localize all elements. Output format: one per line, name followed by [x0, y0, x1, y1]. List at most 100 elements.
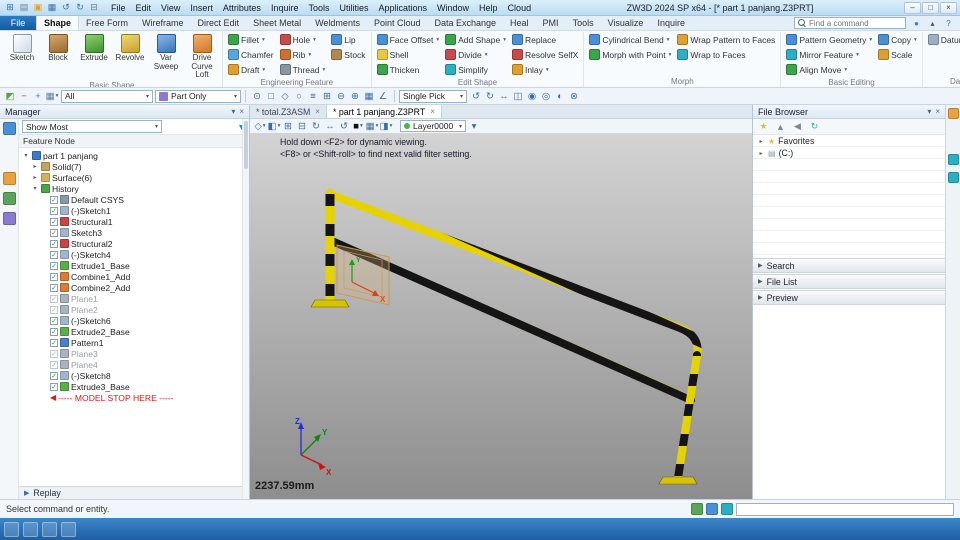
ribbon-button-chamfer[interactable]: Chamfer	[226, 47, 276, 62]
document-tab-part-1-panjang-z3prt[interactable]: * part 1 panjang.Z3PRT ×	[326, 105, 442, 118]
expander-icon[interactable]: ▸	[31, 163, 39, 170]
ribbon-tab-data-exchange[interactable]: Data Exchange	[427, 16, 503, 30]
grid-snap-icon[interactable]: ▦	[362, 90, 376, 103]
checkbox-icon[interactable]: ✓	[50, 283, 58, 292]
ribbon-button-drive-curve-loft[interactable]: Drive Curve Loft	[185, 32, 219, 80]
ribbon-tab-point-cloud[interactable]: Point Cloud	[367, 16, 428, 30]
show-filter-dropdown[interactable]: Show Most ▾	[22, 120, 162, 133]
close-icon[interactable]: ×	[315, 107, 320, 116]
display-filter-dropdown[interactable]: Part Only ▾	[155, 89, 241, 103]
section-file-list[interactable]: ▶ File List	[753, 274, 945, 289]
checkbox-icon[interactable]: ✓	[50, 250, 58, 259]
redo-pick-icon[interactable]: ↻	[483, 90, 497, 103]
rotate-view-icon[interactable]: ↻	[309, 120, 323, 133]
checkbox-icon[interactable]: ✓	[50, 195, 58, 204]
folder-tab-icon[interactable]	[947, 108, 959, 119]
layer-dropdown[interactable]: Layer0000 ▾	[400, 120, 466, 132]
tree-item-solid-7[interactable]: ▸ Solid(7)	[19, 161, 249, 172]
checkbox-icon[interactable]: ✓	[50, 228, 58, 237]
ribbon-button-copy[interactable]: Copy ▾	[876, 32, 919, 47]
checkbox-icon[interactable]: ✓	[50, 217, 58, 226]
ribbon-button-revolve[interactable]: Revolve	[113, 32, 147, 63]
start-icon[interactable]	[4, 521, 19, 537]
section-icon[interactable]: ◫	[511, 90, 525, 103]
pin-panel-icon[interactable]: ▾	[231, 107, 235, 116]
pick-chain-icon[interactable]: ≡	[306, 90, 320, 103]
expander-icon[interactable]: ▾	[31, 185, 39, 192]
tree-item-sketch6[interactable]: ✓ (-)Sketch6	[19, 315, 249, 326]
face-color-icon[interactable]: ■ ▾	[351, 120, 365, 133]
expander-icon[interactable]: ▸	[757, 150, 765, 157]
file-menu-button[interactable]: File	[0, 16, 36, 30]
snap-icon[interactable]: ⊕	[348, 90, 362, 103]
checkbox-icon[interactable]: ✓	[50, 206, 58, 215]
checkbox-icon[interactable]: ✓	[50, 305, 58, 314]
visual-manager-tab-icon[interactable]	[2, 192, 16, 205]
entity-filter-dropdown[interactable]: All ▾	[61, 89, 153, 103]
ribbon-button-replace[interactable]: Replace	[510, 32, 580, 47]
tree-item-structural2[interactable]: ✓ Structural2	[19, 238, 249, 249]
expander-icon[interactable]: ▾	[22, 152, 30, 159]
taskbar-app-icon-2[interactable]	[42, 521, 57, 537]
checkbox-icon[interactable]: ✓	[50, 327, 58, 336]
hide-icon[interactable]: ◎	[539, 90, 553, 103]
tree-item-extrude2-base[interactable]: ✓ Extrude2_Base	[19, 326, 249, 337]
menu-cloud[interactable]: Cloud	[503, 3, 537, 13]
checkbox-icon[interactable]: ✓	[50, 272, 58, 281]
menu-edit[interactable]: Edit	[131, 3, 157, 13]
close-panel-icon[interactable]: ×	[239, 107, 244, 116]
command-search[interactable]	[794, 17, 906, 29]
ribbon-button-lip[interactable]: Lip	[329, 32, 367, 47]
ribbon-tab-pmi[interactable]: PMI	[536, 16, 566, 30]
checkbox-icon[interactable]: ✓	[50, 371, 58, 380]
section-search[interactable]: ▶ Search	[753, 258, 945, 273]
undo-icon[interactable]: ↺	[59, 1, 73, 14]
tree-item-extrude3-base[interactable]: ✓ Extrude3_Base	[19, 381, 249, 392]
taskbar-app-icon-3[interactable]	[61, 521, 76, 537]
checkbox-icon[interactable]: ✓	[50, 261, 58, 270]
pick-point-icon[interactable]: ⊙	[250, 90, 264, 103]
ribbon-button-morph-with-point[interactable]: Morph with Point ▾	[587, 47, 673, 62]
open-folder-icon[interactable]: ▣	[31, 1, 45, 14]
ribbon-button-thread[interactable]: Thread ▾	[278, 62, 328, 77]
ribbon-button-block[interactable]: Block	[41, 32, 75, 63]
ribbon-button-wrap-to-faces[interactable]: Wrap to Faces	[675, 47, 777, 62]
previous-view-icon[interactable]: ↺	[337, 120, 351, 133]
menu-applications[interactable]: Applications	[374, 3, 433, 13]
manager-tab-icon[interactable]	[2, 122, 16, 135]
tree-item-surface-6[interactable]: ▸ Surface(6)	[19, 172, 249, 183]
filter-list-icon[interactable]: ▦ ▾	[45, 90, 59, 103]
refresh-icon[interactable]: ↻	[808, 120, 821, 133]
help-icon[interactable]: ?	[942, 17, 955, 29]
ribbon-button-var-sweep[interactable]: Var Sweep	[149, 32, 183, 71]
checkbox-icon[interactable]: ✓	[50, 239, 58, 248]
tree-item-plane4[interactable]: ✓ Plane4	[19, 359, 249, 370]
more-tools-icon[interactable]: ▾	[467, 120, 481, 133]
filter-status-icon[interactable]	[721, 503, 733, 515]
tree-scrollbar[interactable]	[242, 119, 249, 499]
add-filter-icon[interactable]: +	[31, 90, 45, 103]
back-icon[interactable]: ◀	[791, 120, 804, 133]
units-icon[interactable]	[706, 503, 718, 515]
tree-item-sketch4[interactable]: ✓ (-)Sketch4	[19, 249, 249, 260]
folder-up-icon[interactable]: ▲	[774, 120, 787, 133]
ribbon-button-simplify[interactable]: Simplify	[443, 62, 508, 77]
barrier-3d-model[interactable]: Y X Z Y X	[250, 134, 752, 499]
pin-panel-icon[interactable]: ▾	[927, 107, 931, 116]
menu-file[interactable]: File	[106, 3, 131, 13]
minimize-icon[interactable]: –	[904, 1, 921, 14]
menu-view[interactable]: View	[156, 3, 185, 13]
menu-insert[interactable]: Insert	[185, 3, 218, 13]
ribbon-button-extrude[interactable]: Extrude	[77, 32, 111, 63]
ribbon-button-align-move[interactable]: Align Move ▾	[784, 62, 874, 77]
ribbon-tab-tools[interactable]: Tools	[566, 16, 601, 30]
tree-item-plane2[interactable]: ✓ Plane2	[19, 304, 249, 315]
view-orient-icon[interactable]: ◇ ▾	[253, 120, 267, 133]
ribbon-tab-direct-edit[interactable]: Direct Edit	[191, 16, 247, 30]
tree-item-plane1[interactable]: ✓ Plane1	[19, 293, 249, 304]
checkbox-icon[interactable]: ✓	[50, 338, 58, 347]
print-icon[interactable]: ⊟	[87, 1, 101, 14]
checkbox-icon[interactable]: ✓	[50, 294, 58, 303]
menu-inquire[interactable]: Inquire	[266, 3, 304, 13]
tree-item-combine2-add[interactable]: ✓ Combine2_Add	[19, 282, 249, 293]
